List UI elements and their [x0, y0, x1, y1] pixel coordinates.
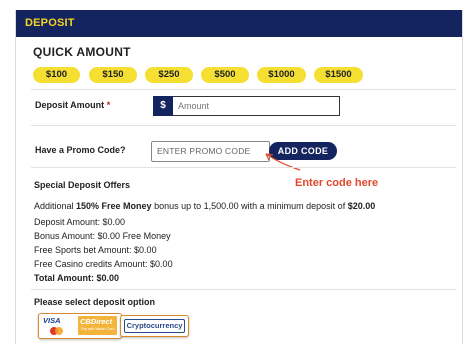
- offer-description: Additional 150% Free Money bonus up to 1…: [34, 201, 375, 211]
- cryptocurrency-label: Cryptocurrency: [124, 319, 185, 333]
- offer-minimum: $20.00: [347, 201, 376, 211]
- summary-sports-amount: Free Sports bet Amount: $0.00: [34, 245, 157, 255]
- summary-bonus-amount: Bonus Amount: $0.00 Free Money: [34, 231, 171, 241]
- promo-annotation: Enter code here: [295, 177, 379, 189]
- visa-logo: VISA: [43, 316, 61, 325]
- visa-cbdirect-payment-option[interactable]: VISA CBDirect Pay with Master Card: [38, 313, 122, 339]
- cryptocurrency-payment-option[interactable]: Cryptocurrency: [120, 315, 189, 337]
- special-offers-title: Special Deposit Offers: [34, 180, 131, 190]
- offer-highlight: 150% Free Money: [76, 201, 152, 211]
- cbdirect-title: CBDirect: [80, 317, 113, 326]
- summary-total-amount: Total Amount: $0.00: [34, 273, 120, 283]
- summary-deposit-amount: Deposit Amount: $0.00: [34, 217, 126, 227]
- divider: [31, 289, 456, 290]
- cbdirect-logo: CBDirect Pay with Master Card: [78, 316, 117, 335]
- offer-middle: bonus up to 1,500.00 with a minimum depo…: [151, 201, 348, 211]
- offer-prefix: Additional: [34, 201, 77, 211]
- deposit-panel: DEPOSIT QUICK AMOUNT $100 $150 $250 $500…: [15, 10, 463, 344]
- cbdirect-subtitle: Pay with Master Card: [81, 327, 115, 331]
- annotation-arrow-icon: [265, 153, 301, 171]
- payment-option-title: Please select deposit option: [34, 297, 156, 307]
- divider: [31, 167, 456, 168]
- mastercard-icon: [55, 327, 63, 335]
- summary-casino-amount: Free Casino credits Amount: $0.00: [34, 259, 173, 269]
